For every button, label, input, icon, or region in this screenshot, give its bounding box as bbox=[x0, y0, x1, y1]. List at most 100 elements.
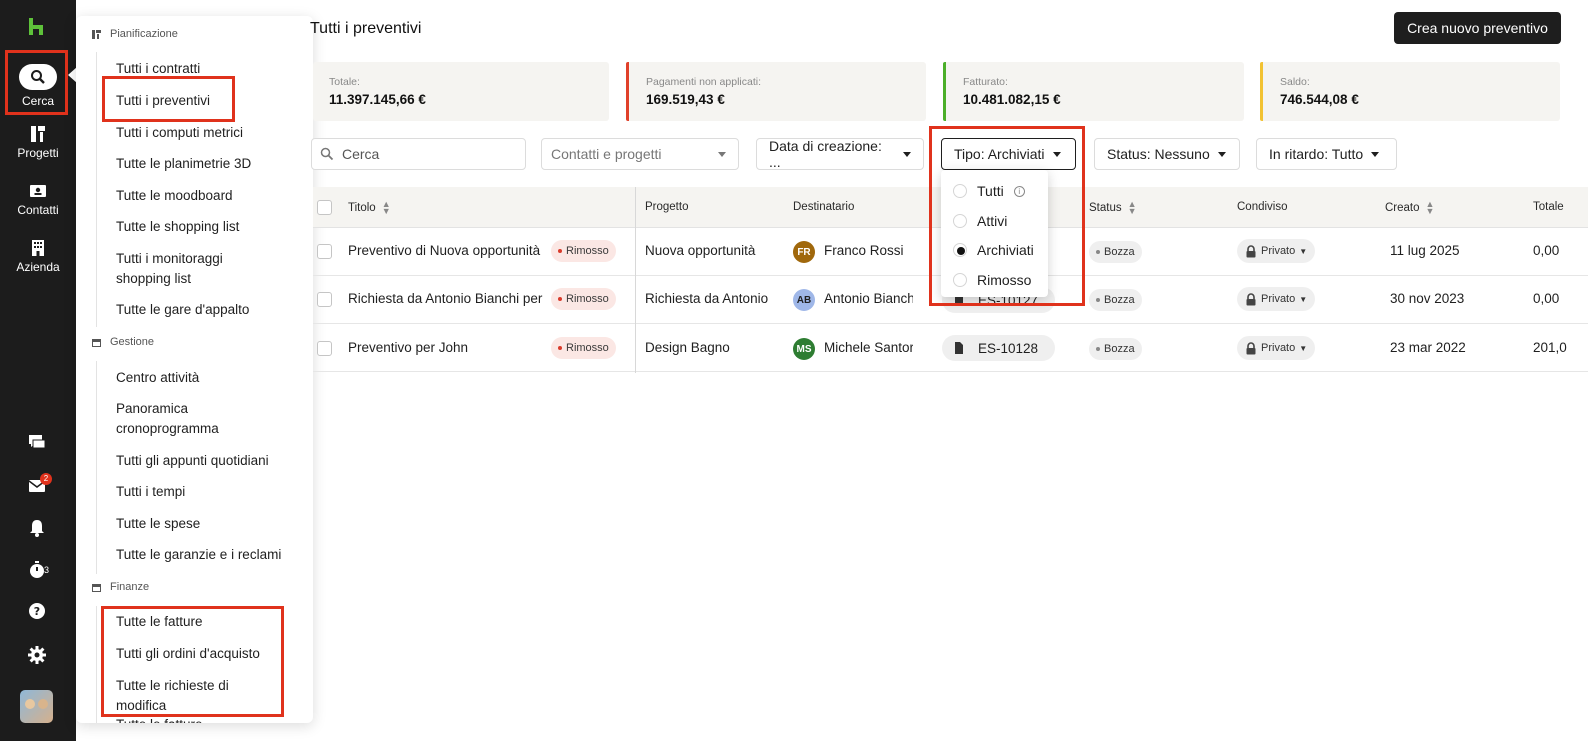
card-label: Saldo: bbox=[1280, 76, 1310, 88]
card-accent bbox=[1260, 62, 1263, 121]
late-filter-button[interactable]: In ritardo: Tutto bbox=[1256, 138, 1397, 170]
sort-icon: ▲ ▼ bbox=[1425, 199, 1435, 216]
row-title[interactable]: Preventivo per John bbox=[348, 340, 545, 355]
chevron-down-icon bbox=[903, 151, 911, 157]
card-accent bbox=[943, 62, 946, 121]
chat-icon[interactable] bbox=[27, 432, 47, 452]
highlight-search bbox=[5, 50, 68, 115]
row-recipient[interactable]: Franco Rossi bbox=[824, 243, 939, 258]
contacts-projects-select[interactable]: Contatti e progetti bbox=[541, 138, 739, 170]
column-title[interactable]: Titolo ▲ ▼ bbox=[348, 199, 391, 216]
row-created: 23 mar 2022 bbox=[1390, 340, 1466, 355]
menu-item-monitoraggi[interactable]: Tutti i monitoraggi shopping list bbox=[116, 249, 266, 289]
rail-item-label: Contatti bbox=[17, 203, 59, 217]
planning-icon bbox=[92, 29, 101, 39]
row-total: 0,00 bbox=[1533, 243, 1560, 258]
highlight-finanze bbox=[101, 606, 284, 717]
lock-icon bbox=[1246, 341, 1256, 354]
menu-item-spese[interactable]: Tutte le spese bbox=[116, 514, 301, 534]
select-all-checkbox[interactable] bbox=[317, 200, 332, 215]
status-badge: Bozza bbox=[1089, 241, 1142, 263]
row-total: 0,00 bbox=[1533, 291, 1560, 306]
removed-badge: Rimosso bbox=[551, 337, 616, 359]
menu-item-moodboard[interactable]: Tutte le moodboard bbox=[116, 186, 301, 206]
chevron-down-icon bbox=[718, 151, 726, 157]
app-logo-icon[interactable] bbox=[26, 16, 48, 38]
recipient-avatar: AB bbox=[793, 289, 815, 311]
search-input[interactable]: Cerca bbox=[311, 138, 526, 170]
menu-item-appunti[interactable]: Tutti gli appunti quotidiani bbox=[116, 451, 301, 471]
timer-count: 3 bbox=[44, 565, 50, 575]
row-recipient[interactable]: Antonio Bianchi bbox=[824, 291, 913, 306]
column-recipient: Destinatario bbox=[793, 201, 855, 213]
rail-item-label: Progetti bbox=[17, 146, 59, 160]
removed-badge: Rimosso bbox=[551, 288, 616, 310]
card-label: Totale: bbox=[329, 76, 360, 88]
section-gestione: Gestione bbox=[91, 336, 154, 348]
rail-item-contacts[interactable]: Contatti bbox=[0, 182, 76, 217]
help-icon[interactable]: ? bbox=[27, 601, 47, 621]
document-badge[interactable]: ES-10128 bbox=[942, 335, 1055, 361]
section-line bbox=[96, 606, 97, 723]
row-checkbox[interactable] bbox=[317, 244, 332, 259]
menu-item-shopping-list[interactable]: Tutte le shopping list bbox=[116, 217, 301, 237]
calendar-icon bbox=[92, 338, 101, 347]
page-title: Tutti i preventivi bbox=[310, 20, 422, 37]
menu-item-centro-attivita[interactable]: Centro attività bbox=[116, 368, 301, 388]
summary-card-balance: Saldo: 746.544,08 € bbox=[1260, 62, 1560, 121]
row-created: 11 lug 2025 bbox=[1390, 243, 1460, 258]
menu-item-cronoprogramma[interactable]: Panoramica cronoprogramma bbox=[116, 399, 236, 439]
sort-icon: ▲ ▼ bbox=[381, 199, 391, 216]
menu-item-computi-metrici[interactable]: Tutti i computi metrici bbox=[116, 123, 301, 143]
svg-text:?: ? bbox=[34, 605, 40, 618]
document-icon bbox=[955, 342, 963, 354]
rail-item-company[interactable]: Azienda bbox=[0, 239, 76, 274]
rail-item-projects[interactable]: Progetti bbox=[0, 125, 76, 160]
column-divider bbox=[635, 187, 636, 373]
sharing-dropdown[interactable]: Privato ▼ bbox=[1237, 239, 1316, 263]
menu-item-gare-appalto[interactable]: Tutte le gare d'appalto bbox=[116, 300, 301, 320]
row-project[interactable]: Richiesta da Antonio bbox=[645, 291, 780, 306]
sharing-dropdown[interactable]: Privato ▼ bbox=[1237, 336, 1316, 360]
row-checkbox[interactable] bbox=[317, 341, 332, 356]
bell-icon[interactable] bbox=[27, 518, 47, 538]
row-recipient[interactable]: Michele Santoro bbox=[824, 340, 913, 355]
inbox-badge: 2 bbox=[40, 473, 52, 485]
menu-item-tempi[interactable]: Tutti i tempi bbox=[116, 482, 301, 502]
highlight-preventivi bbox=[102, 76, 235, 122]
column-created[interactable]: Creato ▲ ▼ bbox=[1385, 199, 1435, 216]
menu-item-garanzie[interactable]: Tutte le garanzie e i reclami bbox=[116, 545, 301, 565]
menu-item-planimetrie[interactable]: Tutte le planimetrie 3D bbox=[116, 154, 301, 174]
row-total: 201,0 bbox=[1533, 340, 1567, 355]
card-value: 11.397.145,66 € bbox=[329, 92, 426, 107]
row-title[interactable]: Preventivo di Nuova opportunità bbox=[348, 243, 545, 258]
highlight-type-filter bbox=[929, 126, 1085, 306]
date-filter-label: Data di creazione: ... bbox=[769, 138, 882, 170]
column-total: Totale bbox=[1533, 201, 1564, 213]
create-quote-button[interactable]: Crea nuovo preventivo bbox=[1394, 12, 1561, 44]
column-shared: Condiviso bbox=[1237, 201, 1288, 213]
sort-icon: ▲ ▼ bbox=[1127, 199, 1137, 216]
summary-card-unapplied: Pagamenti non applicati: 169.519,43 € bbox=[626, 62, 926, 121]
column-status[interactable]: Status ▲ ▼ bbox=[1089, 199, 1137, 216]
row-checkbox[interactable] bbox=[317, 292, 332, 307]
sharing-dropdown[interactable]: Privato ▼ bbox=[1237, 287, 1316, 311]
date-filter-button[interactable]: Data di creazione: ... bbox=[756, 138, 924, 170]
row-project[interactable]: Design Bagno bbox=[645, 340, 780, 355]
status-filter-button[interactable]: Status: Nessuno bbox=[1094, 138, 1240, 170]
row-project[interactable]: Nuova opportunità bbox=[645, 243, 780, 258]
lock-icon bbox=[1246, 292, 1256, 305]
card-value: 746.544,08 € bbox=[1280, 92, 1359, 107]
row-title[interactable]: Richiesta da Antonio Bianchi per bbox=[348, 291, 545, 306]
settings-gear-icon[interactable] bbox=[27, 645, 47, 665]
summary-card-total: Totale: 11.397.145,66 € bbox=[313, 62, 609, 121]
status-badge: Bozza bbox=[1089, 289, 1142, 311]
chevron-down-icon bbox=[1371, 151, 1380, 157]
building-icon bbox=[32, 240, 44, 256]
section-finanze: Finanze bbox=[91, 581, 149, 593]
column-project: Progetto bbox=[645, 201, 689, 213]
user-avatar[interactable] bbox=[20, 690, 53, 723]
late-filter-label: In ritardo: Tutto bbox=[1269, 146, 1364, 162]
table-row[interactable]: Preventivo per John Rimosso Design Bagno… bbox=[313, 324, 1588, 372]
card-label: Pagamenti non applicati: bbox=[646, 76, 761, 88]
